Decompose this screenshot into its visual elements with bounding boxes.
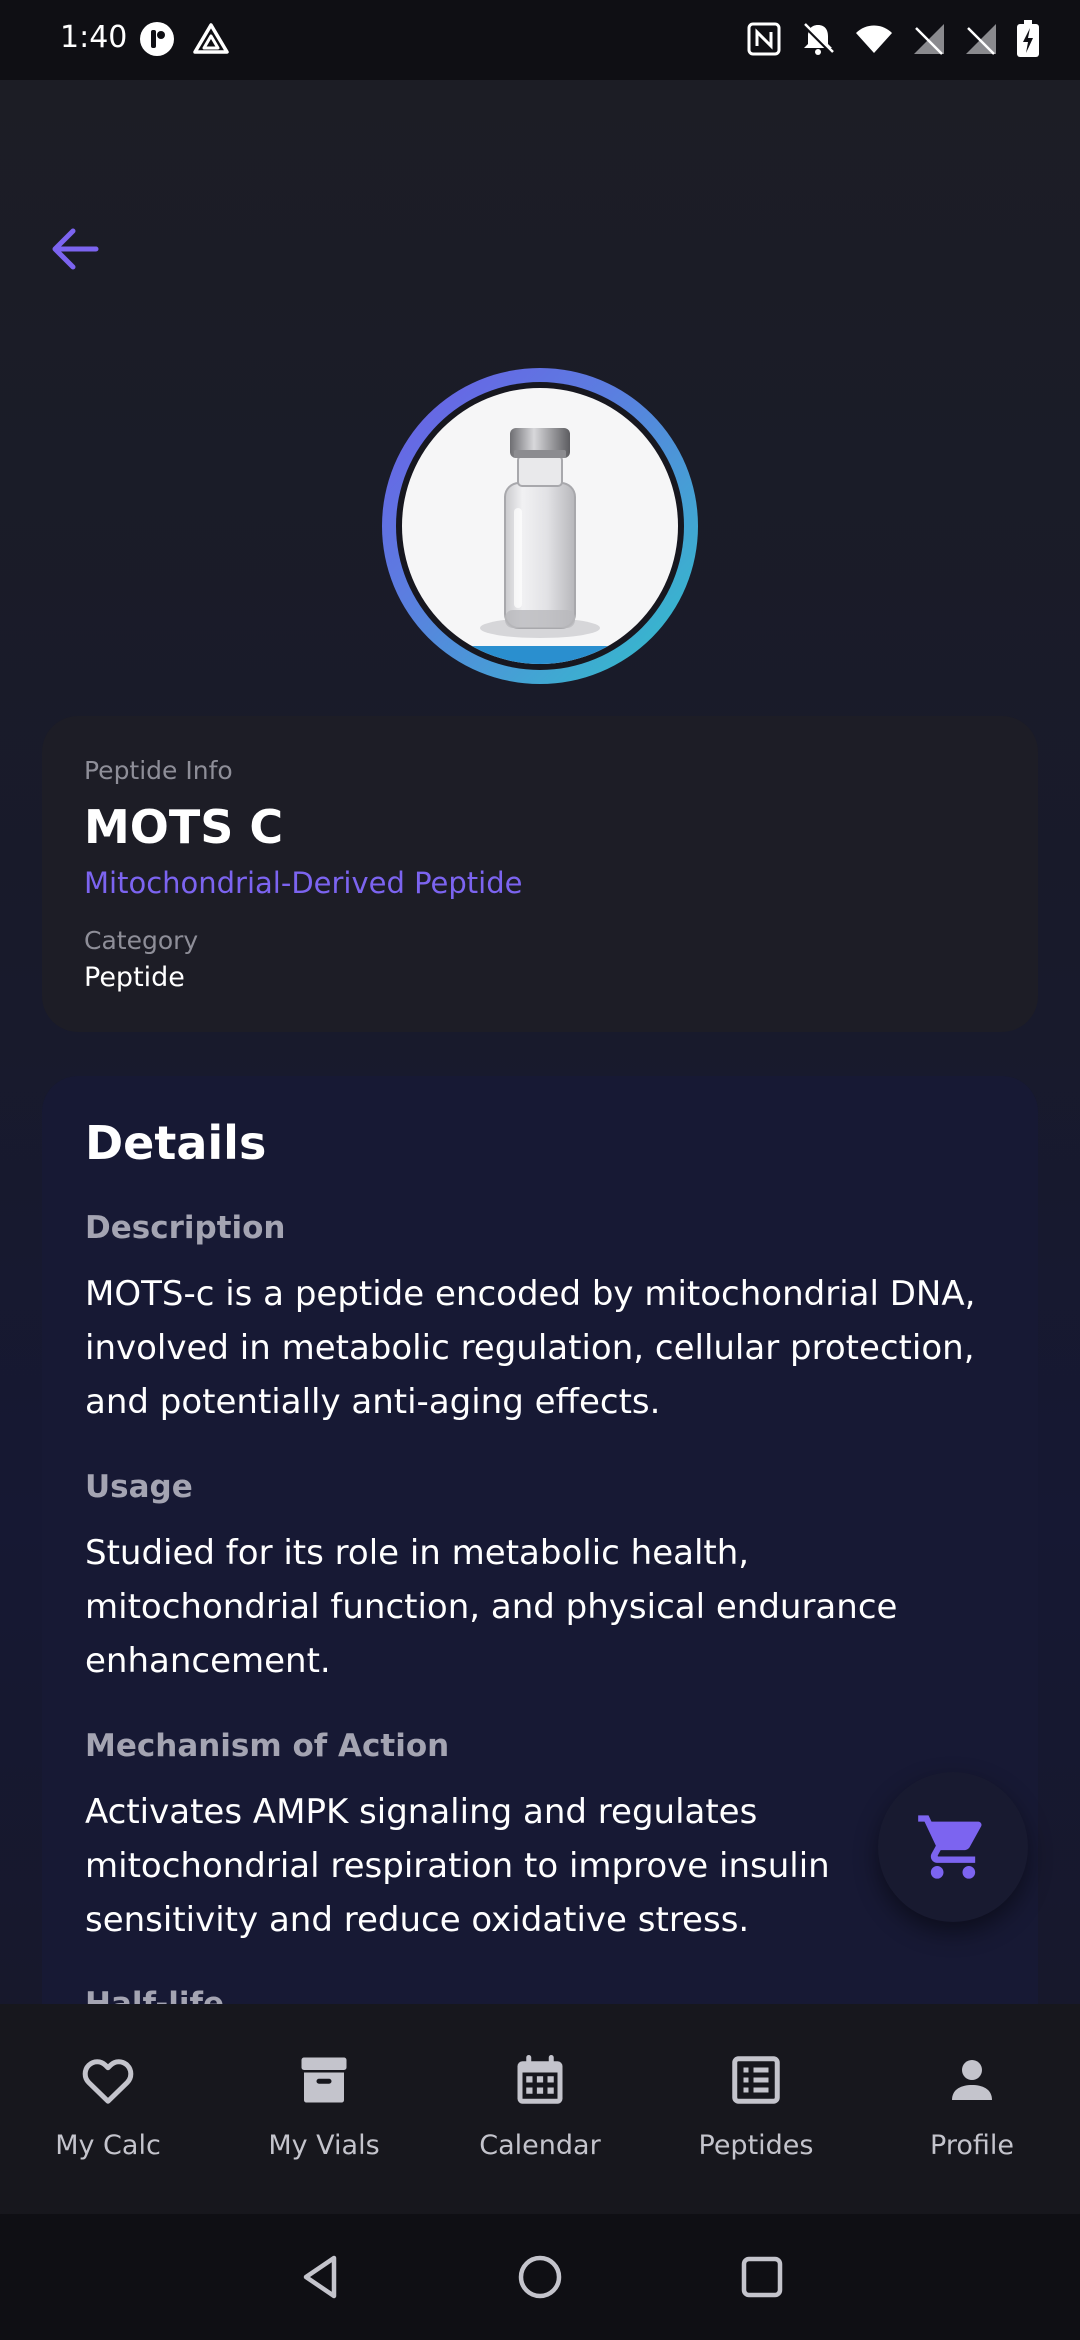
peptide-image-ring [382,368,698,684]
signal-no-sim-icon [914,24,944,55]
description-label: Description [85,1210,286,1246]
shopping-cart-icon [918,1815,982,1879]
app-notification-icon [140,22,174,56]
wifi-icon [856,25,892,53]
bottom-nav: My Calc My Vials Calendar Peptides Profi… [0,2004,1080,2214]
peptide-detail-screen: Peptide Info MOTS C Mitochondrial-Derive… [0,80,1080,2006]
arrow-left-icon [52,228,99,270]
nav-label: Peptides [698,2130,814,2161]
system-back-icon[interactable] [296,2252,346,2302]
peptide-info-card: Peptide Info MOTS C Mitochondrial-Derive… [42,716,1038,1032]
status-time: 1:40 [60,20,128,55]
back-button[interactable] [46,220,104,278]
nav-peptides[interactable]: Peptides [648,2004,864,2214]
usage-text: Studied for its role in metabolic health… [85,1533,898,1681]
nav-calendar[interactable]: Calendar [432,2004,648,2214]
bell-off-icon [802,23,834,55]
person-icon [952,2060,992,2100]
nav-profile[interactable]: Profile [864,2004,1080,2214]
info-eyebrow: Peptide Info [84,756,233,785]
category-label: Category [84,926,199,955]
signal-no-sim-icon-2 [966,24,996,55]
half-life-label: Half-life [85,1986,225,2006]
vial-image [402,388,678,664]
details-heading: Details [85,1116,267,1170]
battery-charging-icon [1017,20,1039,57]
drive-notification-icon [193,23,229,54]
system-recents-icon[interactable] [737,2252,787,2302]
description-text: MOTS-c is a peptide encoded by mitochond… [85,1274,976,1422]
system-nav-bar [0,2214,1080,2340]
peptide-name: MOTS C [84,800,284,854]
list-icon [732,2056,780,2104]
status-bar: 1:40 [0,0,1080,80]
mechanism-text: Activates AMPK signaling and regulates m… [85,1792,830,1940]
nav-label: My Calc [55,2130,161,2161]
archive-box-icon [301,2057,347,2103]
heart-icon [82,2059,134,2104]
nav-my-vials[interactable]: My Vials [216,2004,432,2214]
nav-label: Profile [930,2130,1014,2161]
nav-label: Calendar [479,2130,601,2161]
calendar-icon [517,2055,563,2104]
cart-button[interactable] [878,1772,1028,1922]
nav-label: My Vials [268,2130,380,2161]
mechanism-label: Mechanism of Action [85,1728,450,1764]
peptide-subtitle: Mitochondrial-Derived Peptide [84,866,523,900]
nfc-icon [747,22,781,56]
system-home-icon[interactable] [515,2252,565,2302]
nav-my-calc[interactable]: My Calc [0,2004,216,2214]
usage-label: Usage [85,1469,193,1505]
category-value: Peptide [84,962,185,993]
